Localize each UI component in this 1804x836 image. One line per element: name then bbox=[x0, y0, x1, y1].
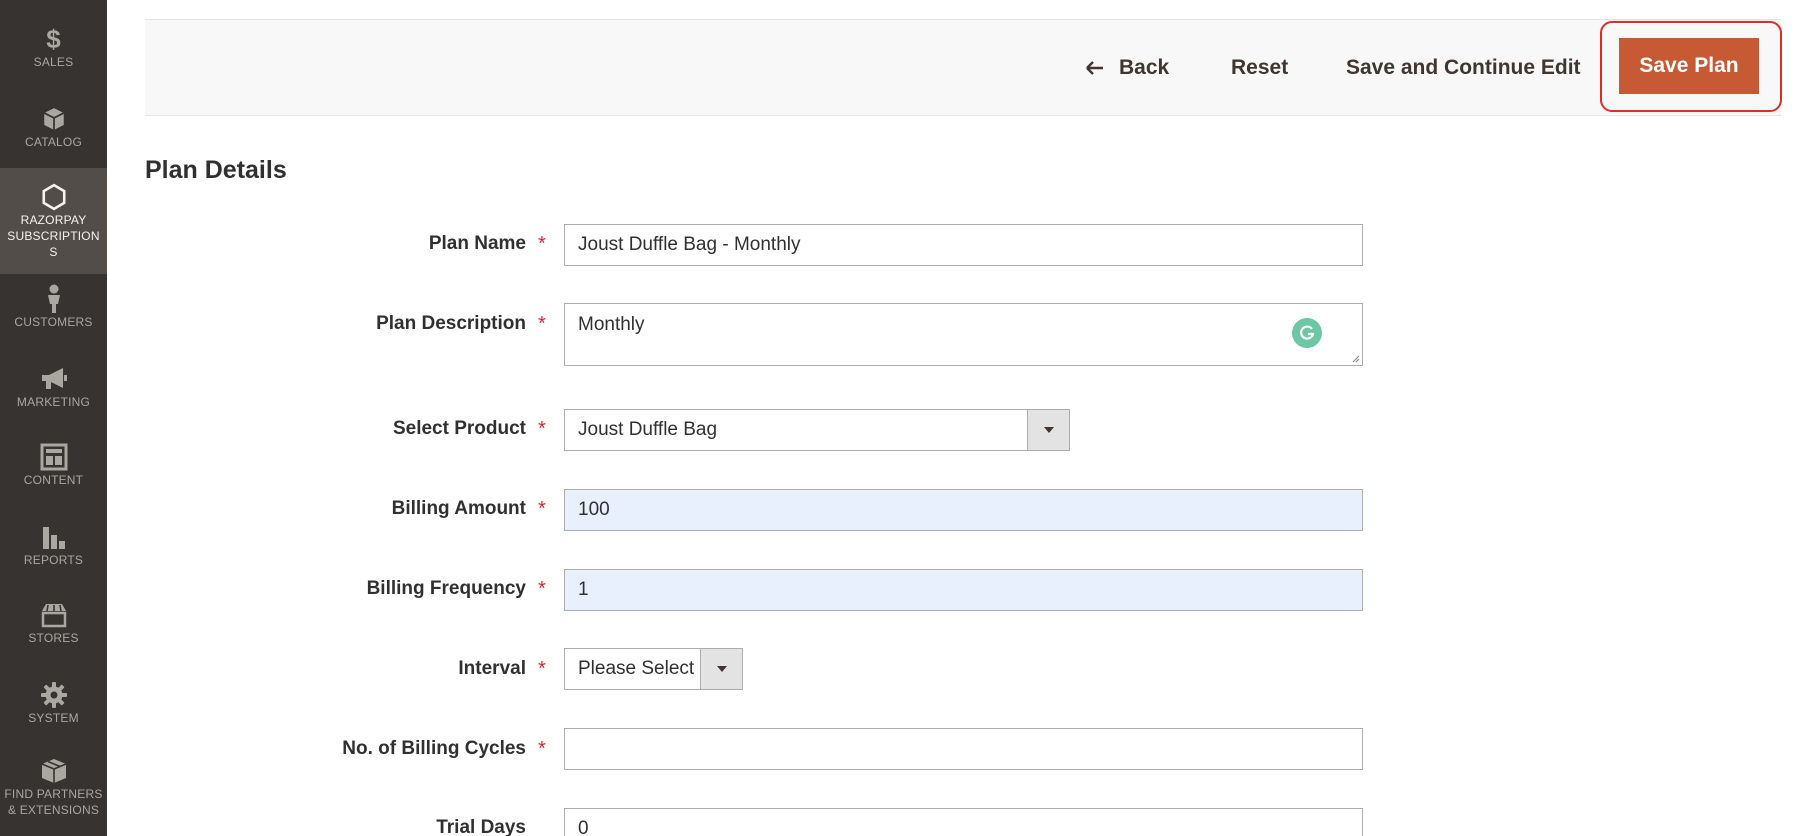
sidebar-item-stores[interactable]: STORES bbox=[0, 600, 107, 656]
required-marker: * bbox=[538, 738, 546, 760]
dropdown-arrow[interactable] bbox=[1027, 410, 1069, 450]
boxes-icon bbox=[39, 756, 69, 786]
dollar-icon: $ bbox=[46, 24, 61, 54]
interval-value: Please Select bbox=[578, 658, 695, 679]
hexagon-icon bbox=[41, 182, 67, 212]
sidebar-item-label: RAZORPAY SUBSCRIPTION S bbox=[7, 213, 100, 259]
sidebar-item-label: CUSTOMERS bbox=[14, 315, 93, 329]
plan-description-textarea[interactable]: Monthly bbox=[564, 303, 1363, 366]
select-product-dropdown[interactable]: Joust Duffle Bag bbox=[564, 409, 1070, 451]
select-product-value: Joust Duffle Bag bbox=[578, 419, 718, 440]
billing-amount-input[interactable]: 100 bbox=[564, 489, 1363, 531]
sidebar-item-razorpay-subscriptions[interactable]: RAZORPAY SUBSCRIPTION S bbox=[0, 168, 107, 274]
sidebar-item-customers[interactable]: CUSTOMERS bbox=[0, 284, 107, 340]
section-title: Plan Details bbox=[145, 156, 287, 184]
page-actions-toolbar: Back Reset Save and Continue Edit Save P… bbox=[145, 19, 1782, 116]
save-and-continue-button[interactable]: Save and Continue Edit bbox=[1346, 54, 1581, 82]
interval-dropdown[interactable]: Please Select bbox=[564, 648, 743, 690]
sidebar-item-label: STORES bbox=[28, 631, 79, 645]
sidebar-item-system[interactable]: SYSTEM bbox=[0, 680, 107, 736]
back-button[interactable]: Back bbox=[1085, 54, 1169, 82]
dropdown-arrow[interactable] bbox=[700, 649, 742, 689]
sidebar-item-label: REPORTS bbox=[23, 553, 84, 567]
person-icon bbox=[44, 284, 64, 314]
sidebar-item-label: CATALOG bbox=[25, 135, 82, 149]
billing-cycles-label: No. of Billing Cycles bbox=[342, 738, 526, 759]
storefront-icon bbox=[39, 600, 69, 630]
back-label: Back bbox=[1119, 56, 1170, 79]
trial-days-label: Trial Days bbox=[436, 817, 526, 836]
sidebar-item-label: MARKETING bbox=[16, 395, 91, 409]
arrow-left-icon bbox=[1086, 61, 1103, 75]
cube-icon bbox=[41, 104, 67, 134]
required-marker: * bbox=[538, 658, 546, 680]
required-marker: * bbox=[538, 578, 546, 600]
layout-icon bbox=[40, 442, 68, 472]
sidebar-item-label: CONTENT bbox=[23, 473, 84, 487]
caret-down-icon bbox=[716, 666, 727, 672]
admin-sidebar: $ SALES CATALOG RAZORPAY SUBSCRIPTION S … bbox=[0, 0, 107, 836]
caret-down-icon bbox=[1043, 427, 1054, 433]
interval-label: Interval bbox=[458, 658, 526, 679]
sidebar-item-content[interactable]: CONTENT bbox=[0, 442, 107, 498]
required-marker: * bbox=[538, 498, 546, 520]
resize-handle-icon[interactable] bbox=[1350, 353, 1360, 363]
required-marker: * bbox=[538, 313, 546, 335]
save-plan-button[interactable]: Save Plan bbox=[1619, 38, 1759, 94]
megaphone-icon bbox=[39, 364, 69, 394]
sidebar-item-find-partners[interactable]: FIND PARTNERS & EXTENSIONS bbox=[0, 756, 107, 836]
sidebar-item-label: SALES bbox=[33, 55, 74, 69]
billing-amount-label: Billing Amount bbox=[391, 498, 526, 519]
plan-description-value: Monthly bbox=[578, 314, 645, 335]
bar-chart-icon bbox=[40, 522, 68, 552]
gear-icon bbox=[40, 680, 68, 710]
sidebar-item-label: SYSTEM bbox=[28, 711, 79, 725]
billing-cycles-input[interactable] bbox=[564, 728, 1363, 770]
sidebar-item-label: FIND PARTNERS & EXTENSIONS bbox=[4, 787, 103, 817]
reset-button[interactable]: Reset bbox=[1231, 54, 1288, 82]
billing-frequency-label: Billing Frequency bbox=[366, 578, 526, 599]
sidebar-item-sales[interactable]: $ SALES bbox=[0, 24, 107, 80]
plan-description-label: Plan Description bbox=[376, 313, 526, 334]
sidebar-item-catalog[interactable]: CATALOG bbox=[0, 104, 107, 160]
select-product-label: Select Product bbox=[392, 418, 526, 439]
required-marker: * bbox=[538, 233, 546, 255]
sidebar-item-reports[interactable]: REPORTS bbox=[0, 522, 107, 578]
sidebar-item-marketing[interactable]: MARKETING bbox=[0, 364, 107, 420]
billing-frequency-input[interactable]: 1 bbox=[564, 569, 1363, 611]
grammarly-icon[interactable] bbox=[1292, 318, 1322, 348]
required-marker: * bbox=[538, 418, 546, 440]
trial-days-input[interactable]: 0 bbox=[564, 808, 1363, 836]
plan-name-label: Plan Name bbox=[428, 233, 526, 254]
plan-name-input[interactable]: Joust Duffle Bag - Monthly bbox=[564, 224, 1363, 266]
